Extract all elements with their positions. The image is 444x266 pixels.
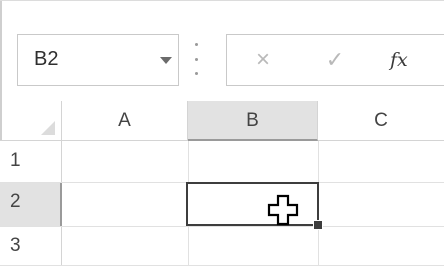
row-header-2[interactable]: 2: [0, 182, 62, 226]
dot-icon: [194, 72, 198, 75]
name-box-value: B2: [34, 48, 59, 70]
chevron-down-icon[interactable]: [160, 57, 172, 64]
cell-c2[interactable]: [318, 182, 444, 226]
formula-bar-resize-handle[interactable]: [194, 43, 198, 75]
name-box[interactable]: B2: [17, 34, 179, 86]
cell-b3[interactable]: [188, 226, 318, 266]
insert-function-button[interactable]: fx: [390, 46, 420, 74]
cell-select-plus-cursor-icon: [267, 194, 299, 226]
select-all-triangle-icon: [41, 121, 55, 135]
dot-icon: [194, 43, 198, 46]
cell-c1[interactable]: [318, 141, 444, 182]
row-header-1[interactable]: 1: [0, 141, 62, 182]
column-header-c[interactable]: C: [318, 101, 444, 141]
cancel-icon[interactable]: ×: [250, 47, 276, 73]
dot-icon: [194, 57, 198, 61]
column-header-b[interactable]: B: [188, 101, 318, 141]
cell-c3[interactable]: [318, 226, 444, 266]
cell-a2[interactable]: [62, 182, 188, 226]
worksheet-grid: A B C 1 2 3: [0, 101, 444, 266]
select-all-corner[interactable]: [0, 101, 62, 141]
fill-handle[interactable]: [313, 220, 323, 230]
cell-a1[interactable]: [62, 141, 188, 182]
column-header-a[interactable]: A: [62, 101, 188, 141]
cell-b1[interactable]: [188, 141, 318, 182]
row-header-3[interactable]: 3: [0, 226, 62, 266]
enter-check-icon[interactable]: ✓: [322, 47, 348, 73]
excel-window: B2 × ✓ fx A B C 1 2 3: [0, 0, 444, 266]
formula-bar: × ✓ fx: [226, 34, 444, 86]
cell-a3[interactable]: [62, 226, 188, 266]
